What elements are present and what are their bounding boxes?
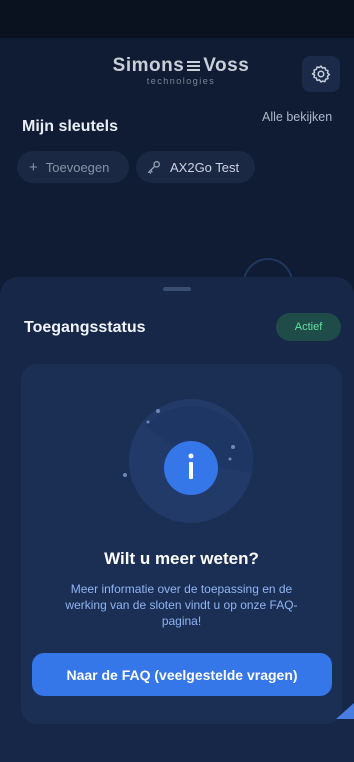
sheet-drag-handle[interactable] — [163, 287, 191, 291]
info-illustration — [123, 399, 254, 523]
info-icon-stem — [189, 462, 193, 479]
brand-name-left: Simons — [112, 55, 185, 76]
plus-icon: + — [29, 158, 38, 176]
info-icon-dot — [188, 453, 194, 459]
brand-separator — [187, 61, 201, 71]
illustration-dot — [231, 445, 235, 449]
sheet-title: Toegangsstatus — [24, 319, 146, 336]
faq-card: Wilt u meer weten? Meer informatie over … — [21, 364, 342, 724]
settings-button[interactable] — [302, 56, 340, 92]
status-bar — [0, 0, 354, 38]
card-description: Meer informatie over de toepassing en de… — [65, 582, 298, 628]
illustration-dot — [156, 409, 160, 413]
gear-icon — [311, 65, 331, 83]
illustration-dot — [123, 473, 127, 477]
faq-button[interactable]: Naar de FAQ (veelgestelde vragen) — [32, 653, 332, 696]
key-icon — [148, 161, 160, 174]
brand-logo: Simons Voss technologies — [95, 55, 267, 95]
corner-action-hint[interactable] — [336, 703, 354, 719]
see-all-link[interactable]: Alle bekijken — [262, 110, 332, 124]
brand-tagline: technologies — [146, 76, 216, 86]
add-key-label: Toevoegen — [45, 159, 110, 175]
my-keys-title: Mijn sleutels — [22, 118, 119, 135]
add-key-button[interactable]: + Toevoegen — [17, 151, 129, 183]
brand-name-right: Voss — [203, 55, 250, 76]
key-chip-ax2go[interactable]: AX2Go Test — [136, 151, 255, 183]
card-title: Wilt u meer weten? — [104, 549, 259, 568]
illustration-dot — [146, 420, 150, 424]
access-status-sheet: Toegangsstatus Actief Wilt u meer weten?… — [0, 277, 354, 762]
key-chip-label: AX2Go Test — [170, 159, 240, 175]
status-badge: Actief — [276, 313, 341, 341]
illustration-dot — [228, 457, 232, 461]
